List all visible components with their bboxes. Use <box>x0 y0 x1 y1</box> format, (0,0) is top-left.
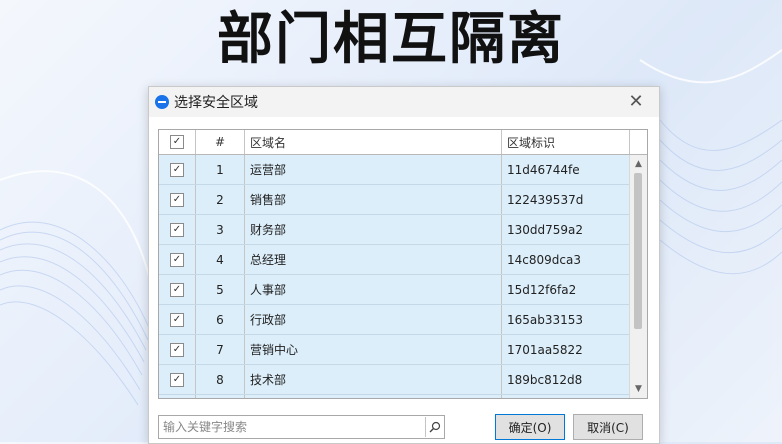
dialog-title: 选择安全区域 <box>174 95 258 111</box>
grid-rows: ✓ 1 运营部 11d46744fe ✓ 2 销售部 122439537d ✓ 3 财务部 130dd… <box>159 155 630 398</box>
row-zone-id: 19c5c2f319 <box>502 395 630 398</box>
row-zone-name: 销售部 <box>245 185 502 214</box>
row-num: 7 <box>196 335 245 364</box>
search-icon[interactable] <box>425 417 444 437</box>
table-row[interactable]: ✓ 4 总经理 14c809dca3 <box>159 245 630 275</box>
table-row[interactable]: ✓ 6 行政部 165ab33153 <box>159 305 630 335</box>
table-row[interactable]: ✓ 1 运营部 11d46744fe <box>159 155 630 185</box>
table-row[interactable]: ✓ 2 销售部 122439537d <box>159 185 630 215</box>
row-zone-id: 189bc812d8 <box>502 365 630 394</box>
row-zone-name: 总经理 <box>245 245 502 274</box>
row-zone-id: 165ab33153 <box>502 305 630 334</box>
table-row[interactable]: ✓ 8 技术部 189bc812d8 <box>159 365 630 395</box>
row-num: 4 <box>196 245 245 274</box>
row-zone-id: 11d46744fe <box>502 155 630 184</box>
row-zone-name: 运营部 <box>245 155 502 184</box>
dialog-titlebar: 选择安全区域 ✕ <box>149 87 659 117</box>
row-num: 2 <box>196 185 245 214</box>
close-icon[interactable]: ✕ <box>625 91 647 113</box>
row-zone-id: 122439537d <box>502 185 630 214</box>
page-headline: 部门相互隔离 <box>217 7 565 72</box>
row-zone-id: 130dd759a2 <box>502 215 630 244</box>
row-zone-id: 14c809dca3 <box>502 245 630 274</box>
scroll-down-icon[interactable]: ▼ <box>630 382 647 396</box>
row-checkbox[interactable]: ✓ <box>170 342 184 357</box>
row-check-cell[interactable]: ✓ <box>159 365 196 394</box>
header-select-all[interactable]: ✓ <box>159 130 196 154</box>
cancel-button[interactable]: 取消(C) <box>573 414 643 440</box>
search-input[interactable] <box>159 417 425 437</box>
row-num: 5 <box>196 275 245 304</box>
row-checkbox[interactable]: ✓ <box>170 162 184 177</box>
row-zone-id: 15d12f6fa2 <box>502 275 630 304</box>
select-all-checkbox[interactable]: ✓ <box>170 135 184 149</box>
row-check-cell[interactable]: ✓ <box>159 275 196 304</box>
header-spacer <box>630 130 647 154</box>
row-num: 3 <box>196 215 245 244</box>
row-checkbox[interactable]: ✓ <box>170 252 184 267</box>
header-zone-id[interactable]: 区域标识 <box>502 130 630 154</box>
row-check-cell[interactable]: ✓ <box>159 215 196 244</box>
search-box <box>158 415 445 439</box>
zone-grid: ✓ # 区域名 区域标识 ✓ 1 运营部 11d46744fe ✓ 2 销售部 1224395… <box>158 129 648 399</box>
row-checkbox[interactable]: ✓ <box>170 372 184 387</box>
row-zone-name: 技术部 <box>245 365 502 394</box>
row-checkbox[interactable]: ✓ <box>170 312 184 327</box>
table-row[interactable]: ✓ 7 营销中心 1701aa5822 <box>159 335 630 365</box>
scroll-thumb[interactable] <box>634 173 642 329</box>
row-zone-name: 人事部 <box>245 275 502 304</box>
row-zone-name: 财务部 <box>245 215 502 244</box>
table-row[interactable]: ✓ 5 人事部 15d12f6fa2 <box>159 275 630 305</box>
row-zone-id: 1701aa5822 <box>502 335 630 364</box>
row-num: 1 <box>196 155 245 184</box>
table-row[interactable]: ✓9总管部门19c5c2f319 <box>159 395 630 398</box>
row-check-cell[interactable]: ✓ <box>159 185 196 214</box>
row-zone-name: 营销中心 <box>245 335 502 364</box>
row-zone-name: 行政部 <box>245 305 502 334</box>
header-zone-name[interactable]: 区域名 <box>245 130 502 154</box>
row-checkbox[interactable]: ✓ <box>170 282 184 297</box>
header-num: # <box>196 130 245 154</box>
grid-header: ✓ # 区域名 区域标识 <box>159 130 647 155</box>
row-check-cell[interactable]: ✓ <box>159 335 196 364</box>
row-num: 6 <box>196 305 245 334</box>
scroll-up-icon[interactable]: ▲ <box>630 157 647 171</box>
select-security-zone-dialog: 选择安全区域 ✕ ✓ # 区域名 区域标识 ✓ 1 运营部 11d46744fe ✓ 2 销… <box>148 86 660 444</box>
row-zone-name: 总管部门 <box>245 395 502 398</box>
row-checkbox[interactable]: ✓ <box>170 222 184 237</box>
table-row[interactable]: ✓ 3 财务部 130dd759a2 <box>159 215 630 245</box>
row-num: 8 <box>196 365 245 394</box>
row-check-cell[interactable]: ✓ <box>159 245 196 274</box>
ok-button[interactable]: 确定(O) <box>495 414 565 440</box>
row-num: 9 <box>196 395 245 398</box>
row-checkbox[interactable]: ✓ <box>170 192 184 207</box>
row-check-cell[interactable]: ✓ <box>159 395 196 398</box>
row-check-cell[interactable]: ✓ <box>159 305 196 334</box>
grid-scrollbar[interactable]: ▲ ▼ <box>629 155 647 398</box>
app-logo-icon <box>155 95 169 109</box>
row-check-cell[interactable]: ✓ <box>159 155 196 184</box>
